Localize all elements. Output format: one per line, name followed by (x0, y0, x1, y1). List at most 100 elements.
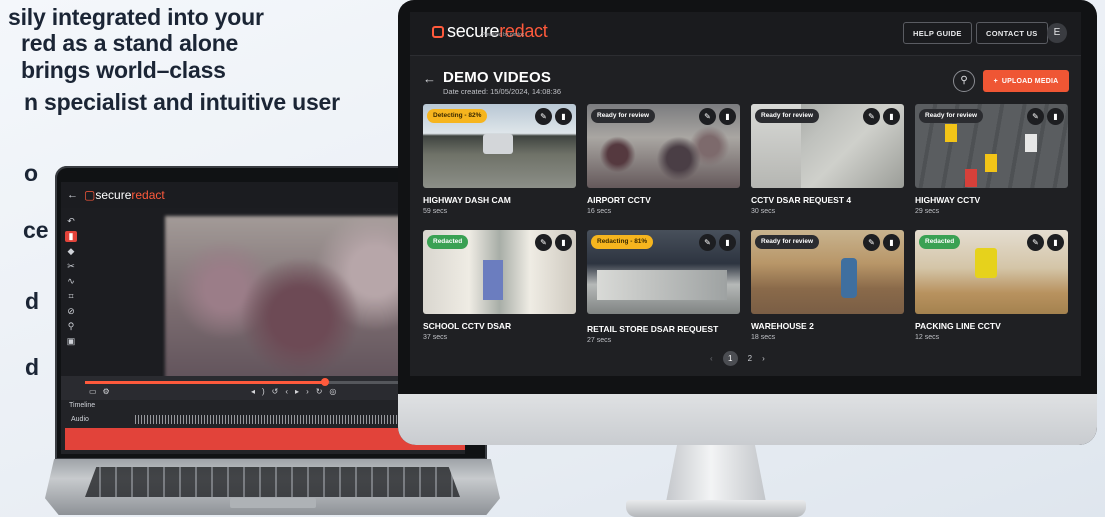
video-title: SCHOOL CCTV DSAR (423, 321, 512, 331)
contact-us-button[interactable]: CONTACT US (976, 22, 1048, 44)
status-badge: Ready for review (591, 109, 656, 123)
user-avatar[interactable]: E (1047, 23, 1067, 43)
track-icon[interactable]: ∿ (65, 276, 77, 287)
video-card[interactable]: Detecting - 82% ✎ ▮ HIGHWAY DASH CAM 59 … (423, 104, 576, 216)
frame-icon[interactable]: ▣ (65, 336, 77, 347)
status-badge: Ready for review (755, 235, 820, 249)
video-title: HIGHWAY CCTV (915, 195, 981, 205)
video-title: HIGHWAY DASH CAM (423, 195, 511, 205)
pagination: ‹ 1 2 › (710, 351, 765, 366)
trash-icon[interactable]: ▮ (1047, 108, 1064, 125)
marketing-bullet-1: o (24, 160, 39, 186)
trash-icon[interactable]: ▮ (65, 231, 77, 242)
video-card[interactable]: Redacted ✎ ▮ SCHOOL CCTV DSAR 37 secs (423, 230, 576, 342)
crop-icon[interactable]: ⌗ (65, 291, 77, 302)
video-duration: 37 secs (423, 334, 448, 341)
video-duration: 29 secs (915, 208, 940, 215)
monitor-stand (666, 440, 766, 502)
chevron-right-icon[interactable]: › (762, 354, 765, 363)
playback-progress[interactable] (85, 378, 425, 386)
video-card[interactable]: Ready for review ✎ ▮ HIGHWAY CCTV 29 sec… (915, 104, 1068, 216)
video-card[interactable]: Redacting - 81% ✎ ▮ RETAIL STORE DSAR RE… (587, 230, 740, 343)
chevron-left-icon[interactable]: ‹ (710, 354, 713, 363)
tag-icon[interactable]: ◆ (65, 246, 77, 257)
logo-text: secureredact (447, 21, 548, 41)
trash-icon[interactable]: ▮ (883, 108, 900, 125)
status-badge: Redacting - 81% (591, 235, 654, 249)
status-badge: Redacted (427, 235, 469, 249)
video-title: PACKING LINE CCTV (915, 321, 1001, 331)
laptop-keyboard (85, 467, 460, 497)
edit-pencil-icon[interactable]: ✎ (699, 234, 716, 251)
edit-pencil-icon[interactable]: ✎ (535, 234, 552, 251)
laptop-logo: ▢secureredact (84, 188, 165, 202)
scissors-icon[interactable]: ✂ (65, 261, 77, 272)
status-badge: Ready for review (755, 109, 820, 123)
edit-pencil-icon[interactable]: ✎ (535, 108, 552, 125)
video-duration: 30 secs (751, 208, 776, 215)
video-duration: 16 secs (587, 208, 612, 215)
scrubber-handle[interactable] (321, 378, 329, 386)
edit-pencil-icon[interactable]: ✎ (863, 234, 880, 251)
trash-icon[interactable]: ▮ (883, 234, 900, 251)
audio-track-label: Audio (71, 416, 89, 423)
video-card[interactable]: Ready for review ✎ ▮ CCTV DSAR REQUEST 4… (751, 104, 904, 216)
undo-icon[interactable]: ↶ (65, 216, 77, 227)
laptop-trackpad (230, 498, 316, 508)
page-title: DEMO VIDEOS (443, 69, 552, 86)
video-card[interactable]: Ready for review ✎ ▮ AIRPORT CCTV 16 sec… (587, 104, 740, 216)
trash-icon[interactable]: ▮ (555, 108, 572, 125)
monitor-chin (398, 394, 1097, 445)
status-badge: Redacted (919, 235, 961, 249)
page-title-row: ← DEMO VIDEOS Date created: 15/05/2024, … (410, 64, 1081, 104)
edit-pencil-icon[interactable]: ✎ (863, 108, 880, 125)
marketing-line-1: sily integrated into your (8, 4, 264, 30)
status-badge: Ready for review (919, 109, 984, 123)
editor-toolbar: ↶ ▮ ◆ ✂ ∿ ⌗ ⊘ ⚲ ▣ (65, 216, 79, 376)
video-title: AIRPORT CCTV (587, 195, 651, 205)
video-duration: 12 secs (915, 334, 940, 341)
edit-pencil-icon[interactable]: ✎ (1027, 234, 1044, 251)
video-title: CCTV DSAR REQUEST 4 (751, 195, 852, 205)
video-title: RETAIL STORE DSAR REQUEST (587, 324, 719, 334)
edit-pencil-icon[interactable]: ✎ (699, 108, 716, 125)
marketing-line-3: brings world–class (21, 57, 226, 83)
zoom-icon[interactable]: ⚲ (65, 321, 77, 332)
edit-pencil-icon[interactable]: ✎ (1027, 108, 1044, 125)
caption-settings-icons[interactable]: ▭⚙ (89, 387, 116, 396)
timeline-label: Timeline (69, 402, 96, 409)
marketing-line-2: red as a stand alone (21, 30, 239, 56)
video-duration: 18 secs (751, 334, 776, 341)
page-2-button[interactable]: 2 (748, 354, 752, 363)
page-1-button[interactable]: 1 (722, 351, 738, 366)
video-duration: 27 secs (587, 337, 612, 343)
logo-powered-by: Powered by pimloc (482, 32, 525, 38)
trash-icon[interactable]: ▮ (555, 234, 572, 251)
plus-icon: + (993, 77, 998, 85)
logo-mark-icon (432, 25, 444, 38)
no-track-icon[interactable]: ⊘ (65, 306, 77, 317)
upload-media-button[interactable]: + UPLOAD MEDIA (983, 70, 1069, 92)
monitor-stand-base (626, 500, 806, 517)
video-card[interactable]: Redacted ✎ ▮ PACKING LINE CCTV 12 secs (915, 230, 1068, 342)
search-icon[interactable]: ⚲ (953, 70, 975, 92)
help-guide-button[interactable]: HELP GUIDE (903, 22, 972, 44)
trash-icon[interactable]: ▮ (719, 108, 736, 125)
back-arrow-icon[interactable]: ← (423, 71, 436, 86)
back-arrow-icon[interactable]: ← (67, 189, 78, 201)
playback-buttons[interactable]: ◂)↺‹▸›↻◎ (251, 387, 343, 396)
video-card[interactable]: Ready for review ✎ ▮ WAREHOUSE 2 18 secs (751, 230, 904, 342)
marketing-line-4: n specialist and intuitive user (24, 89, 340, 115)
marketing-bullet-4: d (25, 354, 40, 380)
trash-icon[interactable]: ▮ (719, 234, 736, 251)
trash-icon[interactable]: ▮ (1047, 234, 1064, 251)
marketing-bullet-3: d (25, 288, 40, 314)
video-duration: 59 secs (423, 208, 448, 215)
status-badge: Detecting - 82% (427, 109, 488, 123)
monitor-mockup: secureredact Powered by pimloc HELP GUID… (398, 0, 1097, 445)
video-title: WAREHOUSE 2 (751, 321, 814, 331)
app-screen: secureredact Powered by pimloc HELP GUID… (410, 12, 1081, 376)
app-header: secureredact Powered by pimloc HELP GUID… (410, 12, 1081, 56)
date-created: Date created: 15/05/2024, 14:08:36 (443, 87, 562, 96)
upload-media-label: UPLOAD MEDIA (1001, 77, 1059, 85)
